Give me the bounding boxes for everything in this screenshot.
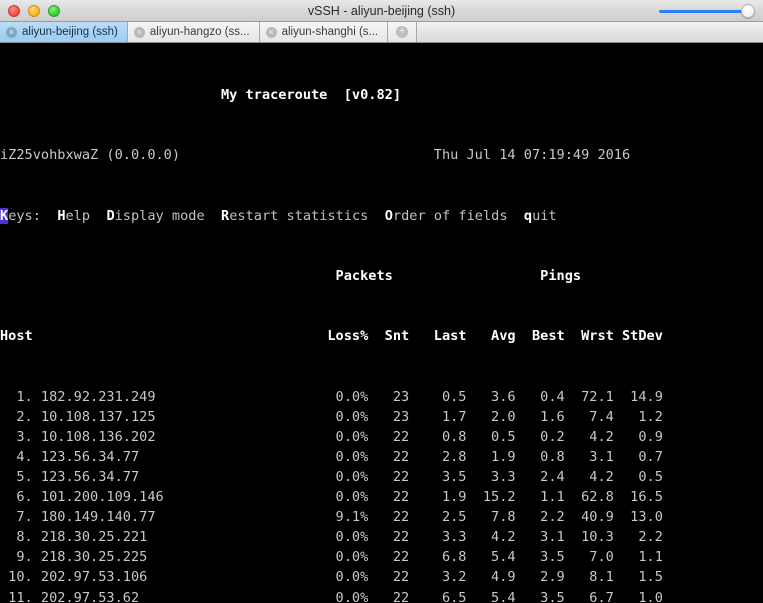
minimize-button[interactable] <box>28 4 40 17</box>
tab-label: aliyun-shanghi (s... <box>281 26 379 38</box>
mtr-host-line: iZ25vohbxwaZ (0.0.0.0) Thu Jul 14 07:19:… <box>0 147 631 164</box>
tab-close-icon[interactable]: × <box>265 26 277 38</box>
slider-knob[interactable] <box>741 4 755 18</box>
mtr-hop-rows: 1. 182.92.231.249 0.0% 23 0.5 3.6 0.4 72… <box>0 387 763 603</box>
window-titlebar: vSSH - aliyun-beijing (ssh) <box>0 0 763 22</box>
mtr-title-line: My traceroute [v0.82] <box>0 87 402 104</box>
mtr-hop-row: 5. 123.56.34.77 0.0% 22 3.5 3.3 2.4 4.2 … <box>0 468 663 485</box>
mtr-hop-row: 1. 182.92.231.249 0.0% 23 0.5 3.6 0.4 72… <box>0 388 663 405</box>
plus-icon: + <box>396 26 409 38</box>
tab-close-icon[interactable]: × <box>133 26 145 38</box>
new-tab-button[interactable]: + <box>388 22 418 42</box>
tab-aliyun-shanghi[interactable]: × aliyun-shanghi (s... <box>259 22 389 42</box>
mtr-hop-row: 4. 123.56.34.77 0.0% 22 2.8 1.9 0.8 3.1 … <box>0 448 663 465</box>
mtr-hop-row: 2. 10.108.137.125 0.0% 23 1.7 2.0 1.6 7.… <box>0 408 663 425</box>
terminal-screen[interactable]: My traceroute [v0.82] iZ25vohbxwaZ (0.0.… <box>0 43 763 603</box>
tab-aliyun-beijing[interactable]: × aliyun-beijing (ssh) <box>0 22 128 42</box>
window-title: vSSH - aliyun-beijing (ssh) <box>307 3 456 18</box>
mtr-column-header-line: Host Loss% Snt Last Avg Best Wrst StDev <box>0 328 663 345</box>
mtr-hop-row: 7. 180.149.140.77 9.1% 22 2.5 7.8 2.2 40… <box>0 509 663 526</box>
mtr-keys-line: Keys: Help Display mode Restart statisti… <box>0 207 557 224</box>
tab-bar-filler <box>417 22 763 42</box>
transparency-slider[interactable] <box>659 4 755 18</box>
mtr-hop-row: 10. 202.97.53.106 0.0% 22 3.2 4.9 2.9 8.… <box>0 569 663 586</box>
tab-bar: × aliyun-beijing (ssh) × aliyun-hangzo (… <box>0 22 763 43</box>
mtr-hop-row: 8. 218.30.25.221 0.0% 22 3.3 4.2 3.1 10.… <box>0 529 663 546</box>
zoom-button[interactable] <box>48 4 60 17</box>
tab-aliyun-hangzo[interactable]: × aliyun-hangzo (ss... <box>127 22 260 42</box>
window-controls <box>0 4 60 17</box>
tab-close-icon[interactable]: × <box>6 26 17 38</box>
tab-label: aliyun-hangzo (ss... <box>149 26 250 38</box>
vssh-window: vSSH - aliyun-beijing (ssh) × aliyun-bei… <box>0 0 763 603</box>
mtr-hop-row: 11. 202.97.53.62 0.0% 22 6.5 5.4 3.5 6.7… <box>0 589 663 603</box>
mtr-hop-row: 6. 101.200.109.146 0.0% 22 1.9 15.2 1.1 … <box>0 489 663 506</box>
mtr-group-header-line: Packets Pings <box>0 268 582 285</box>
tab-label: aliyun-beijing (ssh) <box>22 26 118 38</box>
slider-track <box>659 9 747 13</box>
mtr-hop-row: 9. 218.30.25.225 0.0% 22 6.8 5.4 3.5 7.0… <box>0 549 663 566</box>
mtr-hop-row: 3. 10.108.136.202 0.0% 22 0.8 0.5 0.2 4.… <box>0 428 663 445</box>
close-button[interactable] <box>8 4 20 17</box>
